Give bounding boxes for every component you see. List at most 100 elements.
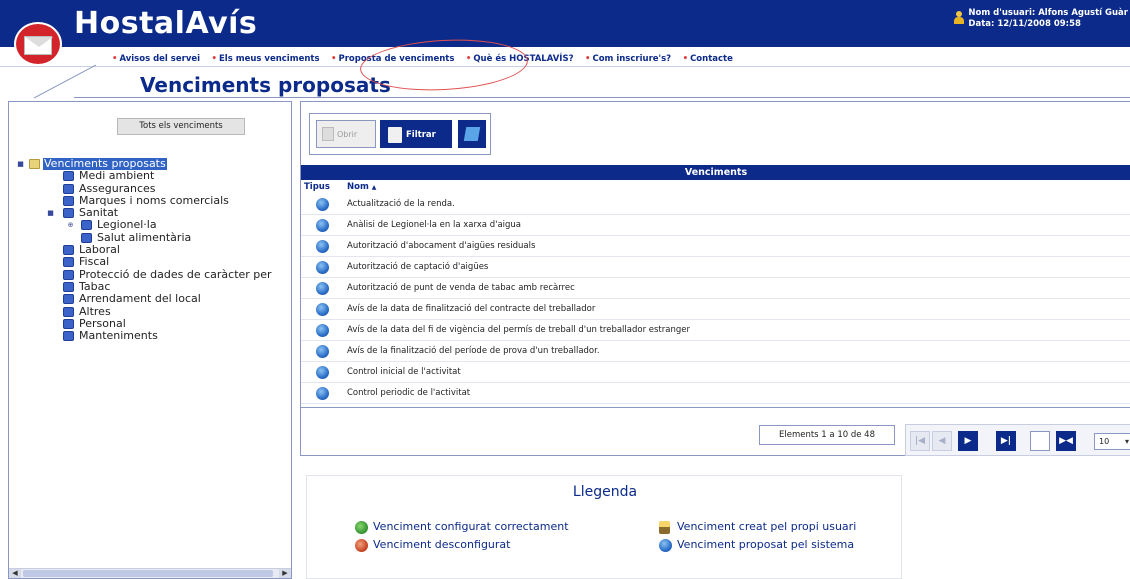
tree-item-manteniments[interactable]: Manteniments [17,330,293,342]
venciments-panel: Obrir Filtrar Venciments Tipus Nom ▲ Act… [300,101,1130,456]
table-row[interactable]: Autorització de captació d'aigües [301,257,1130,278]
scroll-thumb[interactable] [23,570,273,577]
user-icon [954,11,965,25]
table-row[interactable]: Autorització d'abocament d'aigües residu… [301,236,1130,257]
category-icon [63,269,74,280]
table-row[interactable]: Control periodic de l'activitat [301,383,1130,404]
system-venciment-icon [316,240,329,253]
first-page-icon: |◀ [914,436,926,446]
grid-toolbar: Obrir Filtrar [309,113,491,155]
page-number-input[interactable] [1030,431,1050,451]
filter-icon [388,127,402,143]
go-last-button[interactable]: ▶◀ [1056,431,1076,451]
table-row[interactable]: Avís de la data de finalització del cont… [301,299,1130,320]
scroll-right-icon[interactable]: ▶ [279,569,291,578]
category-icon [63,257,74,268]
category-panel: Tots els venciments ■ Venciments proposa… [8,101,292,579]
grid-divider [301,407,1130,408]
column-header-tipus[interactable]: Tipus [304,182,330,192]
chevron-down-icon: ▾ [1124,437,1129,446]
nav-avisos-del-servei[interactable]: • Avisos del servei [112,54,200,64]
open-button[interactable]: Obrir [316,120,376,148]
nav-els-meus-venciments[interactable]: • Els meus venciments [212,54,320,64]
table-row[interactable]: Control inicial de l'activitat [301,362,1130,383]
horizontal-scrollbar[interactable]: ◀ ▶ [9,568,291,578]
scroll-left-icon[interactable]: ◀ [9,569,21,578]
table-row[interactable]: Avís de la finalització del període de p… [301,341,1130,362]
system-venciment-icon [316,366,329,379]
category-tree: ■ Venciments proposats Medi ambient Asse… [17,158,293,342]
unconfigured-icon [355,539,368,552]
system-proposed-icon [659,539,672,552]
category-icon [63,195,74,206]
category-icon [81,232,92,243]
expand-icon[interactable]: ⊕ [67,222,74,229]
nav-com-inscriures[interactable]: • Com inscriure's? [585,54,671,64]
category-icon [63,183,74,194]
user-info: Nom d'usuari: Alfons Agustí Guàr Data: 1… [954,8,1128,30]
legend: Llegenda Venciment configurat correctame… [306,475,902,579]
print-button[interactable] [458,120,486,148]
system-venciment-icon [316,282,329,295]
grid-title: Venciments [301,165,1130,180]
system-venciment-icon [316,345,329,358]
tree-item-marques[interactable]: Marques i noms comercials [17,194,293,207]
tree-item-laboral[interactable]: Laboral [17,244,293,256]
filter-button[interactable]: Filtrar [380,120,452,148]
page-size-select[interactable]: 10 ▾ [1094,433,1130,450]
table-row[interactable]: Anàlisi de Legionel·la en la xarxa d'aig… [301,215,1130,236]
system-venciment-icon [316,261,329,274]
prev-page-button[interactable]: ◀ [932,431,952,451]
mail-logo-icon [14,22,62,66]
configured-ok-icon [355,521,368,534]
tree-item-altres[interactable]: Altres [17,305,293,318]
tree-item-medi-ambient[interactable]: Medi ambient [17,170,293,182]
tree-item-proteccio-dades[interactable]: Protecció de dades de caràcter per [17,268,293,281]
category-icon [63,331,74,342]
column-header-nom[interactable]: Nom ▲ [347,182,376,192]
all-venciments-button[interactable]: Tots els venciments [117,118,245,135]
title-strip: Venciments proposats [0,64,1130,99]
system-venciment-icon [316,303,329,316]
skip-end-icon: ▶◀ [1059,436,1073,446]
table-row[interactable]: Avís de la data del fi de vigència del p… [301,320,1130,341]
system-venciment-icon [316,387,329,400]
next-page-button[interactable]: ▶ [958,431,978,451]
tree-item-fiscal[interactable]: Fiscal [17,256,293,268]
category-icon [63,171,74,182]
pager: |◀ ◀ ▶ ▶| ▶◀ 10 ▾ [905,424,1130,456]
system-venciment-icon [316,324,329,337]
venciments-grid: Actualització de la renda. Anàlisi de Le… [301,194,1130,404]
system-venciment-icon [316,198,329,211]
app-title: HostalAvís [74,6,258,41]
collapse-icon[interactable]: ■ [47,210,54,217]
top-header-bar: HostalAvís Nom d'usuari: Alfons Agustí G… [0,0,1130,47]
tree-item-legionella[interactable]: ⊕ Legionel·la [17,219,293,231]
tree-item-arrendament[interactable]: Arrendament del local [17,293,293,305]
sort-asc-icon: ▲ [371,184,377,191]
print-icon [463,127,481,141]
category-icon [63,318,74,329]
user-name-label: Nom d'usuari: Alfons Agustí Guàr [968,8,1128,18]
next-page-icon: ▶ [964,436,972,446]
folder-icon [29,159,40,169]
tree-item-venciments-proposats[interactable]: ■ Venciments proposats [17,158,293,170]
tree-item-salut-alimentaria[interactable]: Salut alimentària [17,231,293,244]
open-icon [322,127,334,141]
prev-page-icon: ◀ [938,436,946,446]
main-nav: • Avisos del servei • Els meus venciments … [0,47,1130,67]
category-icon [63,281,74,292]
user-created-icon [659,521,670,534]
collapse-icon[interactable]: ■ [17,161,24,168]
nav-contacte[interactable]: • Contacte [683,54,733,64]
category-icon [63,208,74,219]
table-row[interactable]: Autorització de punt de venda de tabac a… [301,278,1130,299]
date-label: Data: 12/11/2008 09:58 [968,19,1081,29]
system-venciment-icon [316,219,329,232]
category-icon [63,294,74,305]
pager-info: Elements 1 a 10 de 48 [759,425,895,445]
last-page-button[interactable]: ▶| [996,431,1016,451]
table-row[interactable]: Actualització de la renda. [301,194,1130,215]
first-page-button[interactable]: |◀ [910,431,930,451]
category-icon [81,220,92,231]
